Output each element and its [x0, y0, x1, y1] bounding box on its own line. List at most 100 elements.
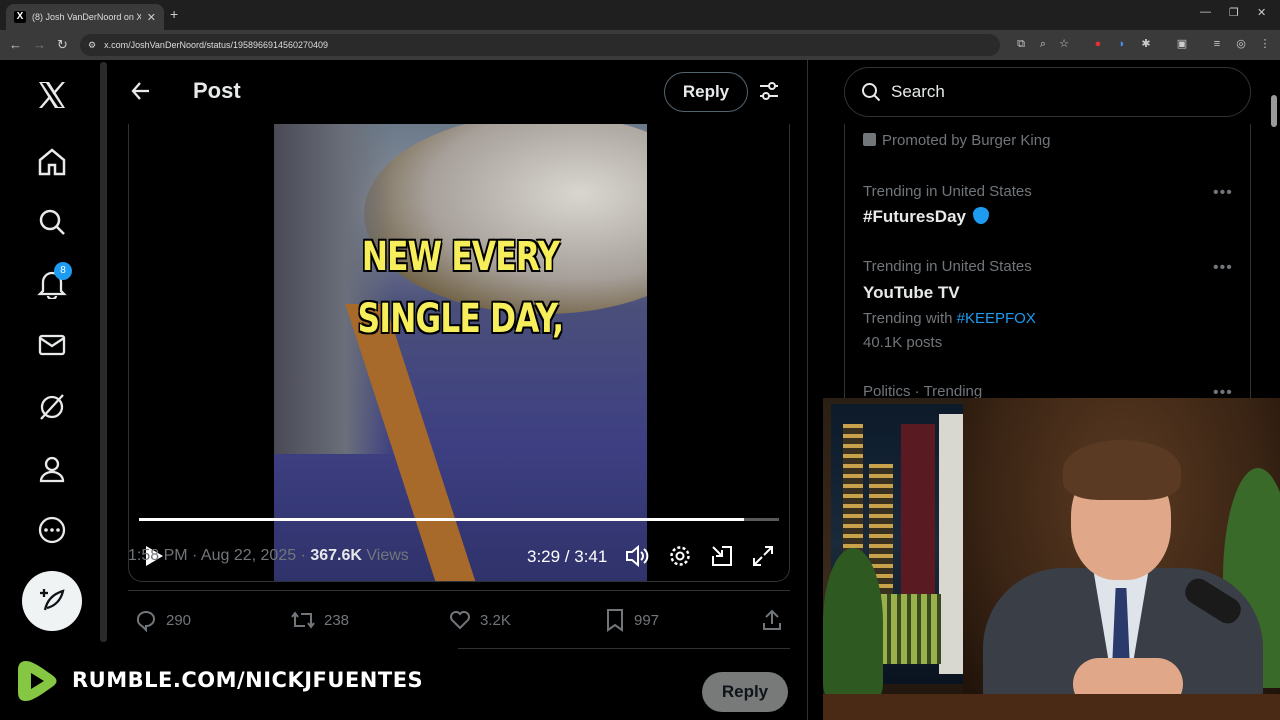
rumble-url-banner: RUMBLE.COM/NICKJFUENTES	[72, 668, 424, 692]
share-icon	[763, 609, 781, 630]
trend-name-text: #FuturesDay	[863, 207, 966, 226]
video-player[interactable]: NEW EVERY SINGLE DAY, 3:29 / 3:41	[128, 124, 790, 582]
like-count: 3.2K	[480, 611, 511, 629]
video-caption-line: SINGLE DAY,	[357, 296, 564, 342]
divider	[128, 590, 790, 591]
views-count: 367.6K	[310, 547, 362, 564]
settings-gear-icon[interactable]	[668, 544, 692, 573]
plant-image	[823, 548, 883, 698]
share-action[interactable]	[760, 608, 784, 632]
explore-icon[interactable]	[33, 203, 71, 241]
repost-count: 238	[324, 611, 350, 629]
more-icon[interactable]	[33, 511, 71, 549]
url-text: x.com/JoshVanDerNoord/status/19589669145…	[104, 40, 329, 50]
views-label: Views	[361, 547, 409, 564]
post-actions: 290 238 3.2K 997	[128, 608, 790, 632]
reply-action[interactable]: 290	[134, 608, 191, 632]
grok-icon[interactable]	[33, 388, 71, 426]
rumble-logo-icon	[16, 658, 60, 704]
more-options-icon[interactable]: •••	[1213, 184, 1233, 202]
profile-icon[interactable]: ◎	[1235, 38, 1247, 50]
video-progress-bar[interactable]	[139, 518, 779, 521]
back-arrow-icon[interactable]	[130, 80, 152, 107]
search-icon	[862, 83, 881, 102]
x-logo-icon[interactable]	[33, 76, 71, 114]
minimize-icon[interactable]: —	[1200, 6, 1211, 18]
trending-with: Trending with #KEEPFOX	[863, 310, 1036, 327]
browser-toolbar: ← → ↻ ⚙ x.com/JoshVanDerNoord/status/195…	[0, 30, 1280, 60]
window-close-icon[interactable]: ✕	[1257, 6, 1266, 19]
sidebar-icon[interactable]: ▣	[1176, 38, 1188, 50]
divider	[458, 648, 790, 649]
bookmark-action[interactable]: 997	[604, 608, 659, 632]
extensions-puzzle-icon[interactable]: ✱	[1140, 38, 1152, 50]
reload-icon[interactable]: ↻	[57, 37, 68, 53]
browser-tab[interactable]: X (8) Josh VanDerNoord on X: "O ✕	[6, 4, 164, 30]
video-time: 3:29 / 3:41	[527, 547, 608, 566]
extension-icon[interactable]: ◗	[1116, 38, 1128, 50]
trend-name[interactable]: #FuturesDay	[863, 207, 989, 227]
trend-context: Trending in United States	[863, 183, 1032, 200]
fullscreen-icon[interactable]	[751, 544, 775, 573]
extension-icon[interactable]: ●	[1092, 38, 1104, 50]
trending-with-label: Trending with	[863, 310, 957, 327]
trend-context: Trending in United States	[863, 258, 1032, 275]
x-favicon-icon: X	[14, 11, 26, 23]
compose-feather-icon	[40, 589, 65, 611]
repost-action[interactable]: 238	[290, 608, 349, 632]
building	[939, 414, 965, 674]
forward-nav-icon[interactable]: →	[33, 37, 46, 52]
video-progress-fill	[139, 518, 744, 521]
webcam-overlay	[823, 398, 1280, 720]
install-icon[interactable]: ⧉	[1015, 38, 1027, 50]
bookmark-count: 997	[634, 611, 660, 629]
audience-image	[274, 124, 394, 454]
tab-title: (8) Josh VanDerNoord on X: "O	[32, 12, 141, 22]
volume-icon[interactable]	[625, 544, 649, 573]
ad-icon	[863, 133, 876, 146]
pip-icon[interactable]	[710, 544, 734, 573]
messages-icon[interactable]	[33, 326, 71, 364]
reply-submit-button[interactable]: Reply	[702, 672, 788, 712]
trend-name[interactable]: YouTube TV	[863, 283, 960, 303]
search-placeholder: Search	[891, 82, 945, 101]
video-frame: NEW EVERY SINGLE DAY,	[274, 124, 647, 581]
bookmark-star-icon[interactable]: ☆	[1058, 38, 1070, 50]
sliders-icon[interactable]	[758, 80, 780, 107]
repost-icon	[291, 611, 315, 629]
home-icon[interactable]	[33, 143, 71, 181]
page-title: Post	[193, 78, 241, 103]
desk-image	[823, 694, 1280, 720]
promoted-text: Promoted by Burger King	[882, 132, 1051, 149]
profile-nav-icon[interactable]	[33, 450, 71, 488]
media-icon[interactable]: ≡	[1211, 38, 1223, 50]
back-nav-icon[interactable]: ←	[9, 37, 22, 52]
left-scrollbar[interactable]	[100, 62, 107, 642]
more-options-icon[interactable]: •••	[1213, 259, 1233, 277]
reply-bubble-icon	[136, 611, 156, 632]
compose-post-button[interactable]	[22, 571, 82, 631]
trends-panel: Promoted by Burger King Trending in Unit…	[844, 124, 1251, 404]
restore-icon[interactable]: ❐	[1229, 6, 1239, 19]
promoted-label[interactable]: Promoted by Burger King	[863, 132, 1050, 149]
right-scrollbar[interactable]	[1271, 95, 1277, 127]
presenter-hair	[1063, 440, 1181, 500]
stage-image	[364, 124, 647, 314]
heart-icon	[450, 611, 470, 630]
reply-button[interactable]: Reply	[664, 72, 748, 112]
trend-post-count: 40.1K posts	[863, 334, 943, 351]
address-bar[interactable]: ⚙ x.com/JoshVanDerNoord/status/195896691…	[80, 34, 1000, 56]
search-input[interactable]: Search	[844, 67, 1251, 117]
menu-dots-icon[interactable]: ⋮	[1259, 38, 1271, 50]
verified-shield-icon	[972, 207, 989, 224]
site-info-icon[interactable]: ⚙	[88, 40, 96, 51]
new-tab-icon[interactable]: +	[170, 6, 178, 22]
post-header: Post Reply	[110, 60, 808, 124]
bookmark-icon	[607, 609, 623, 632]
zoom-icon[interactable]: ⌕	[1037, 38, 1049, 50]
trending-with-hashtag[interactable]: #KEEPFOX	[957, 310, 1036, 327]
reply-count: 290	[166, 611, 192, 629]
tab-close-icon[interactable]: ✕	[147, 11, 156, 24]
post-timestamp[interactable]: 1:58 PM · Aug 22, 2025 ·	[128, 547, 310, 564]
like-action[interactable]: 3.2K	[448, 608, 511, 632]
